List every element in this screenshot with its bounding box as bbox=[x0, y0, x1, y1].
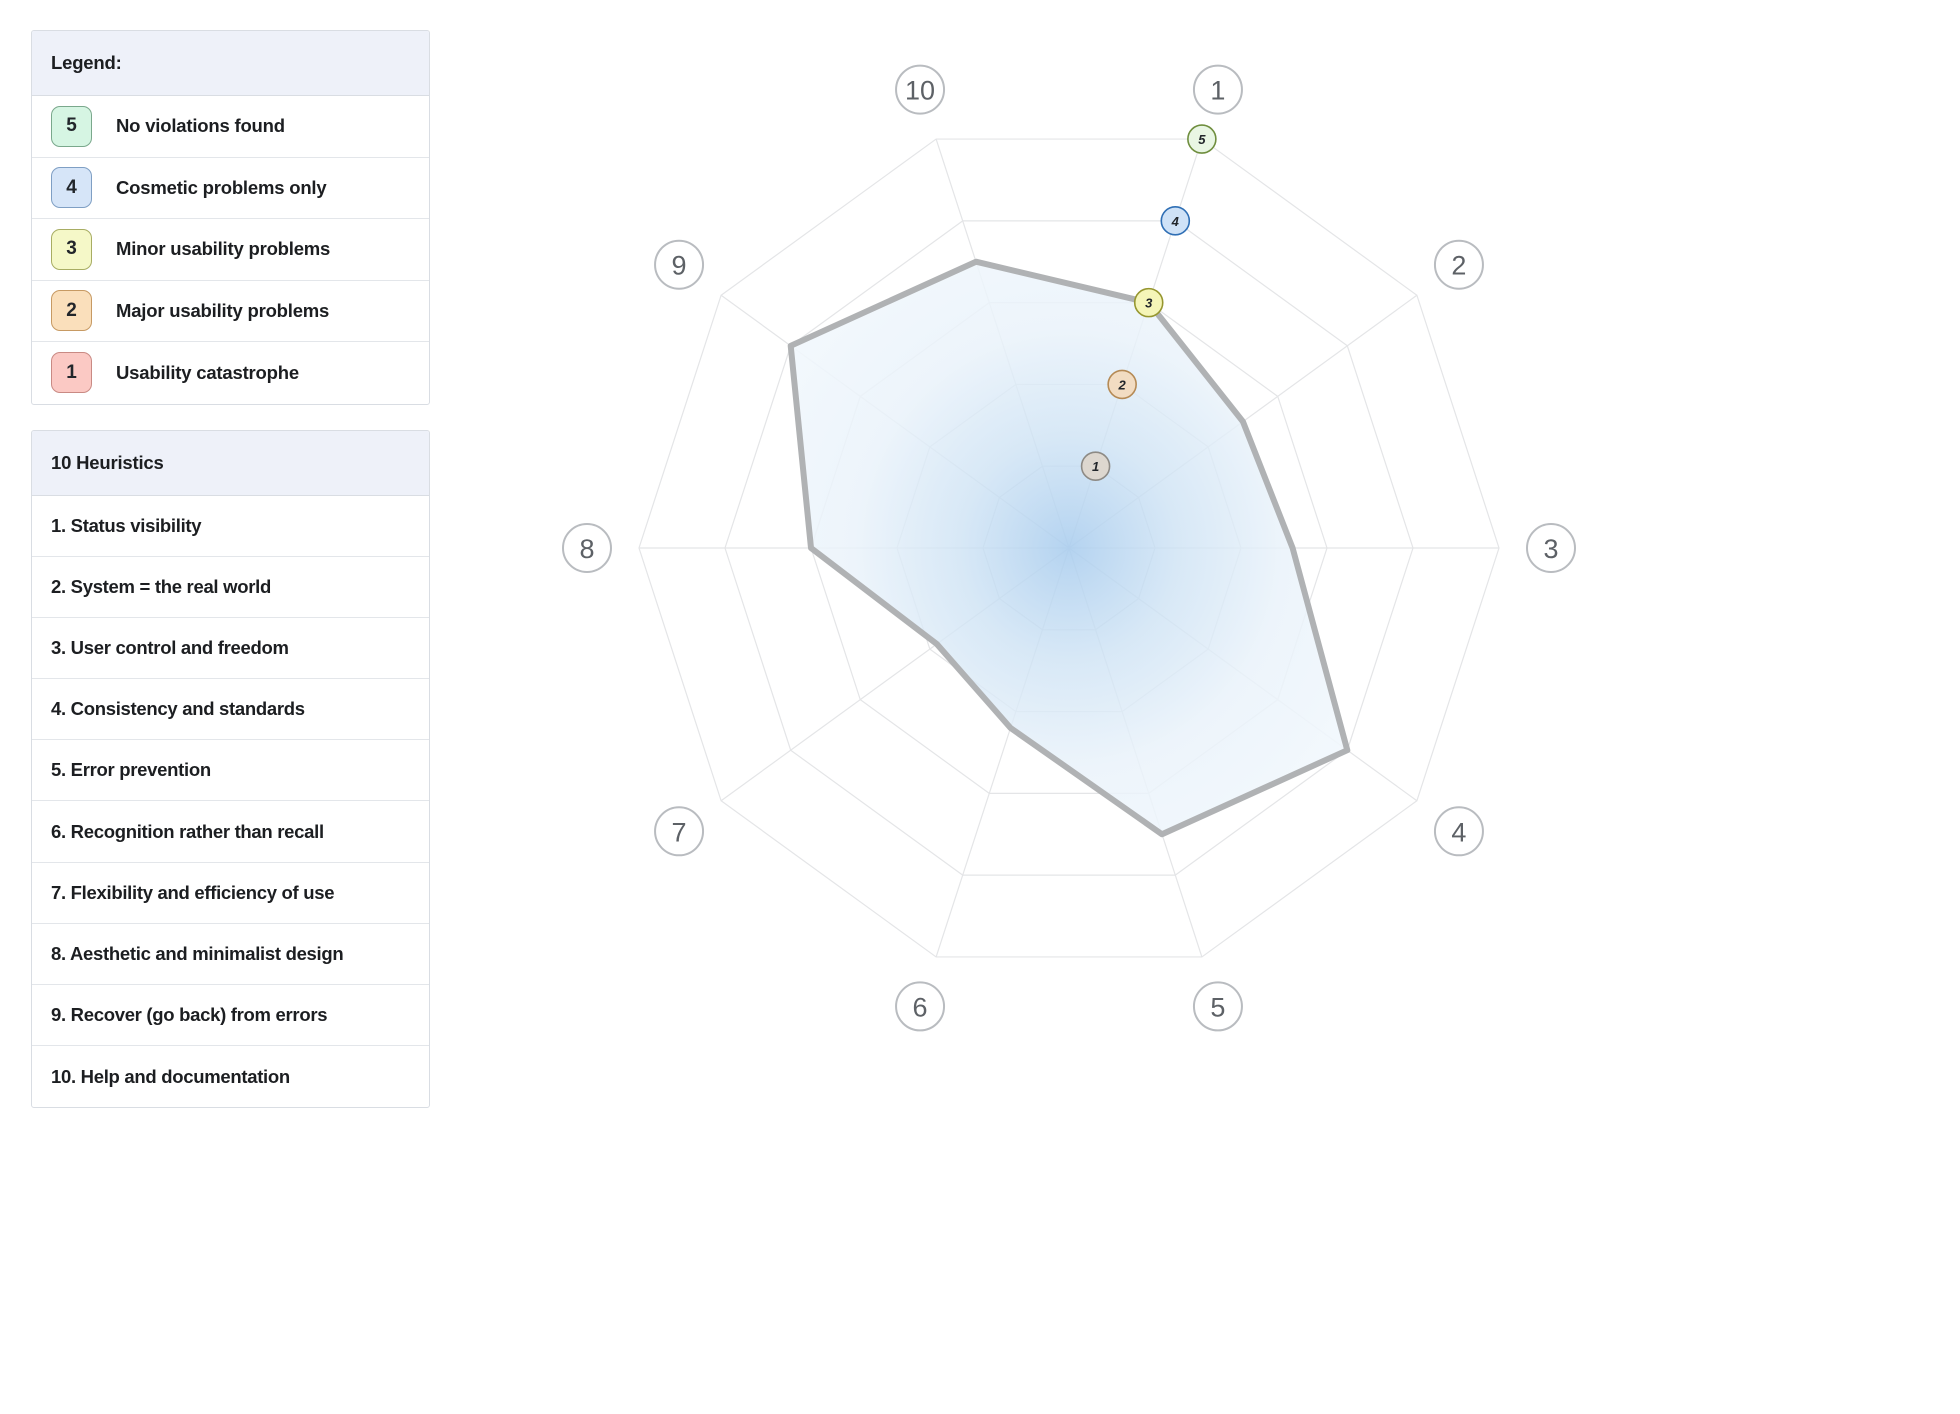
heuristic-item: 10. Help and documentation bbox=[32, 1046, 429, 1107]
heuristic-item: 1. Status visibility bbox=[32, 496, 429, 557]
heuristic-item: 2. System = the real world bbox=[32, 557, 429, 618]
radar-scale-tick-label: 4 bbox=[1171, 214, 1180, 229]
heuristic-item-label: 8. Aesthetic and minimalist design bbox=[51, 942, 344, 964]
heuristics-title: 10 Heuristics bbox=[51, 451, 164, 473]
radar-axis-label-5[interactable]: 5 bbox=[1192, 981, 1243, 1032]
heuristics-panel: 10 Heuristics 1. Status visibility 2. Sys… bbox=[31, 429, 430, 1109]
radar-axis-label-7[interactable]: 7 bbox=[654, 806, 705, 857]
heuristic-item-label: 2. System = the real world bbox=[51, 575, 271, 597]
radar-scale-tick: 3 bbox=[1133, 287, 1164, 318]
heuristic-item: 7. Flexibility and efficiency of use bbox=[32, 863, 429, 924]
heuristic-item-label: 10. Help and documentation bbox=[51, 1065, 290, 1087]
radar-scale-tick: 5 bbox=[1187, 124, 1217, 154]
heuristic-item: 9. Recover (go back) from errors bbox=[32, 985, 429, 1047]
heuristics-list: 1. Status visibility 2. System = the real… bbox=[32, 496, 429, 1108]
axis-label-text: 7 bbox=[672, 817, 687, 847]
axis-label-text: 1 bbox=[1210, 76, 1225, 106]
radar-axis-label-9[interactable]: 9 bbox=[654, 239, 705, 290]
legend-item-label: No violations found bbox=[116, 115, 285, 137]
heuristic-item: 8. Aesthetic and minimalist design bbox=[32, 924, 429, 985]
heuristic-item-label: 5. Error prevention bbox=[51, 759, 211, 781]
radar-axis-label-4[interactable]: 4 bbox=[1433, 806, 1484, 857]
radar-series-polygon bbox=[787, 258, 1351, 838]
legend-item-label: Minor usability problems bbox=[116, 238, 331, 260]
heuristic-item-label: 7. Flexibility and efficiency of use bbox=[51, 881, 335, 903]
radar-series bbox=[787, 258, 1351, 838]
radar-scale-tick-label: 5 bbox=[1198, 132, 1206, 147]
radar-scale-tick-label: 2 bbox=[1118, 377, 1127, 392]
legend-item-label: Major usability problems bbox=[116, 299, 330, 321]
heuristics-panel-header: 10 Heuristics bbox=[32, 430, 429, 496]
page-root: Legend: 5 No violations found 4 Cosmetic pr… bbox=[0, 0, 1960, 1414]
radar-chart-svg: 5 4 3 2 1 1 2 3 4 5 6 7 8 9 10 bbox=[562, 64, 1576, 1032]
heuristic-item-label: 3. User control and freedom bbox=[51, 636, 289, 658]
heuristic-item-label: 1. Status visibility bbox=[51, 514, 202, 536]
severity-score-chip: 2 bbox=[51, 290, 92, 332]
radar-axis-label-1[interactable]: 1 bbox=[1192, 64, 1243, 115]
axis-label-text: 4 bbox=[1451, 817, 1466, 847]
legend-item-label: Cosmetic problems only bbox=[116, 176, 327, 198]
radar-scale-tick: 2 bbox=[1107, 369, 1137, 400]
radar-axis-label-8[interactable]: 8 bbox=[562, 523, 612, 573]
severity-score-chip: 5 bbox=[51, 105, 92, 147]
radar-axis-label-10[interactable]: 10 bbox=[895, 64, 946, 115]
radar-axis-label-3[interactable]: 3 bbox=[1526, 523, 1576, 573]
legend-item: 1 Usability catastrophe bbox=[32, 342, 429, 404]
axis-label-text: 5 bbox=[1210, 992, 1225, 1022]
heuristic-item-label: 4. Consistency and standards bbox=[51, 698, 305, 720]
axis-label-text: 8 bbox=[579, 534, 594, 564]
legend-item: 5 No violations found bbox=[32, 96, 429, 158]
axis-label-text: 2 bbox=[1451, 251, 1466, 281]
severity-score-chip: 4 bbox=[51, 167, 92, 209]
left-column: Legend: 5 No violations found 4 Cosmetic pr… bbox=[31, 30, 430, 1109]
radar-axis-label-2[interactable]: 2 bbox=[1433, 239, 1484, 290]
radar-scale-tick-label: 1 bbox=[1092, 459, 1099, 474]
legend-item: 3 Minor usability problems bbox=[32, 219, 429, 281]
axis-label-text: 10 bbox=[905, 76, 935, 106]
radar-chart: 5 4 3 2 1 1 2 3 4 5 6 7 8 9 10 bbox=[560, 60, 1590, 1060]
severity-score-chip: 1 bbox=[51, 352, 92, 394]
axis-label-text: 9 bbox=[672, 251, 687, 281]
legend-panel-header: Legend: bbox=[32, 31, 429, 96]
legend-panel: Legend: 5 No violations found 4 Cosmetic pr… bbox=[31, 30, 430, 405]
radar-scale-tick-label: 3 bbox=[1145, 296, 1153, 311]
legend-title: Legend: bbox=[51, 52, 122, 73]
radar-scale-tick: 1 bbox=[1080, 451, 1111, 482]
heuristic-item: 3. User control and freedom bbox=[32, 618, 429, 680]
heuristic-item: 6. Recognition rather than recall bbox=[32, 801, 429, 863]
axis-label-text: 6 bbox=[913, 992, 928, 1022]
heuristic-item: 5. Error prevention bbox=[32, 740, 429, 802]
legend-list: 5 No violations found 4 Cosmetic problems o… bbox=[32, 96, 429, 404]
severity-score-chip: 3 bbox=[51, 228, 92, 270]
heuristic-item-label: 6. Recognition rather than recall bbox=[51, 820, 324, 842]
heuristic-item: 4. Consistency and standards bbox=[32, 679, 429, 741]
axis-label-text: 3 bbox=[1543, 534, 1558, 564]
radar-axis-label-6[interactable]: 6 bbox=[895, 981, 946, 1032]
legend-item: 4 Cosmetic problems only bbox=[32, 158, 429, 219]
legend-item: 2 Major usability problems bbox=[32, 281, 429, 342]
legend-item-label: Usability catastrophe bbox=[116, 361, 299, 383]
heuristic-item-label: 9. Recover (go back) from errors bbox=[51, 1004, 328, 1026]
radar-scale-tick: 4 bbox=[1160, 206, 1191, 236]
